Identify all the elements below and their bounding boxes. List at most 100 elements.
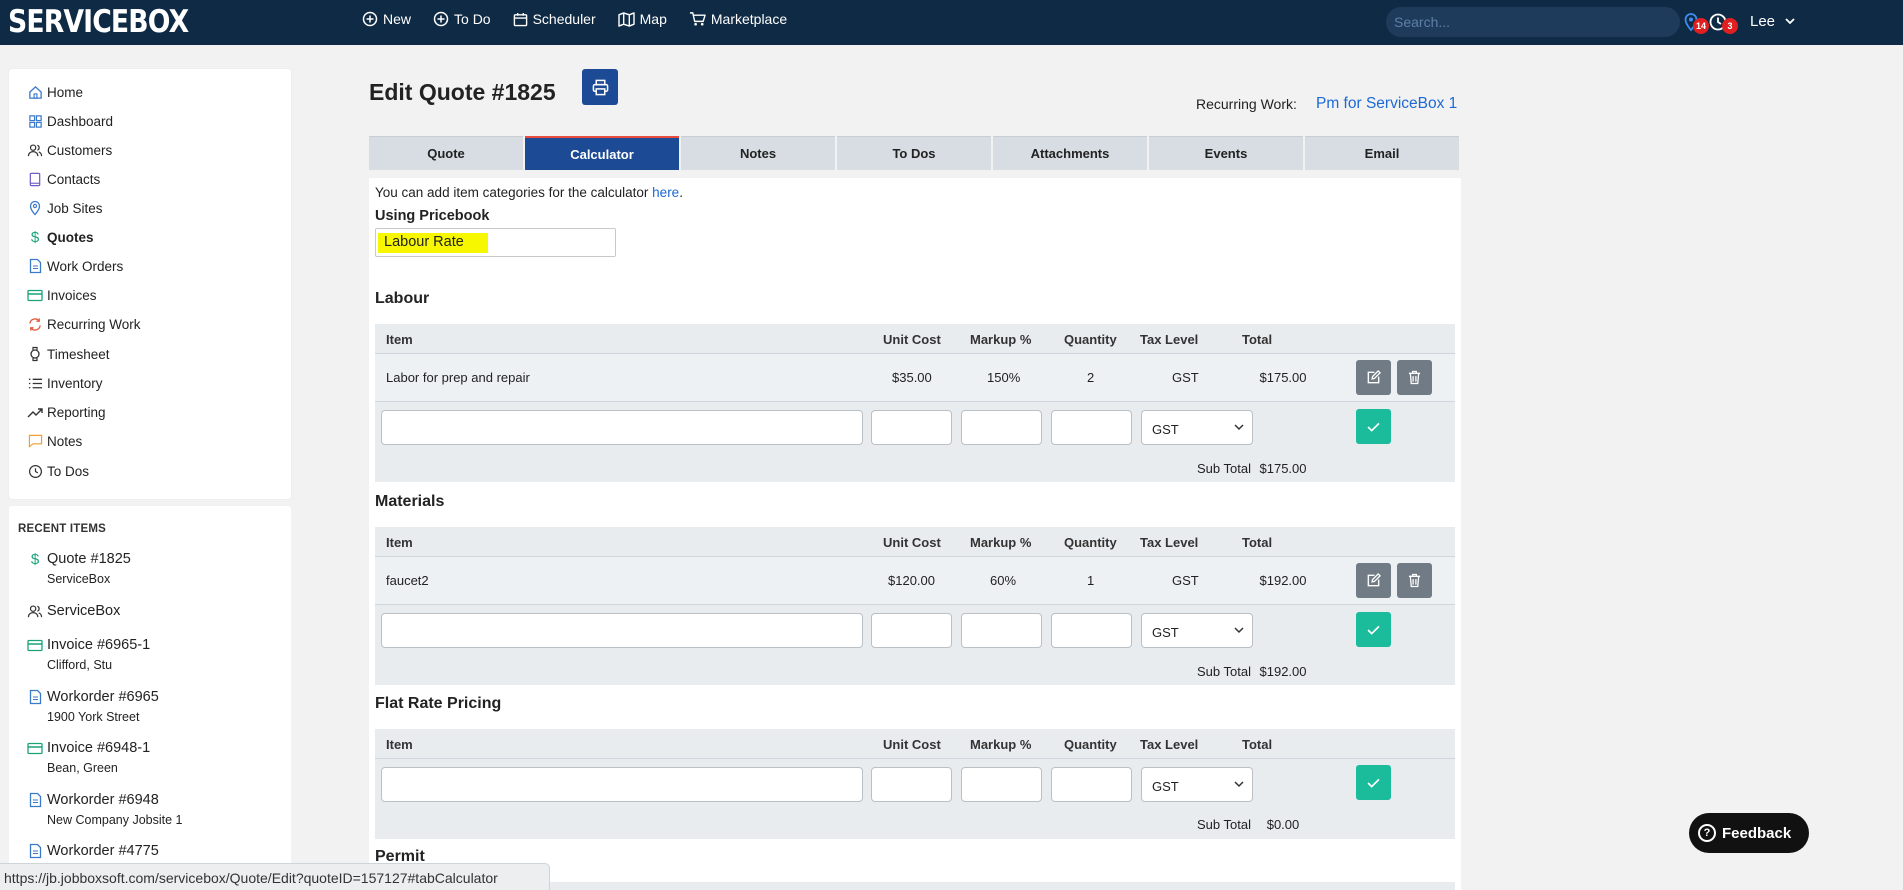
sidebar-item-inventory[interactable]: Inventory [27, 372, 103, 394]
sidebar-item-label: Dashboard [47, 113, 114, 129]
new-unit-cost-input[interactable] [871, 613, 952, 648]
sidebar-item-invoices[interactable]: Invoices [27, 284, 97, 306]
add-item-button[interactable] [1356, 409, 1391, 444]
clock-icon [27, 463, 43, 479]
table-header: Item Unit Cost Markup % Quantity Tax Lev… [375, 324, 1455, 354]
calculator-panel: You can add item categories for the calc… [369, 178, 1461, 890]
recent-item-title: Invoice #6965-1 [47, 637, 151, 653]
nav-map[interactable]: Map [617, 11, 667, 27]
col-quantity: Quantity [1064, 535, 1117, 550]
tab-email[interactable]: Email [1305, 136, 1459, 170]
recent-item[interactable]: Workorder #4775 [27, 843, 159, 859]
new-item-input[interactable] [381, 410, 863, 445]
dashboard-icon [27, 113, 43, 129]
nav-map-label: Map [639, 11, 667, 27]
tax-level-select[interactable]: GST [1141, 767, 1253, 802]
recurring-work-link[interactable]: Pm for ServiceBox 1 [1316, 95, 1457, 113]
tax-level-select[interactable]: GST [1141, 410, 1253, 445]
new-item-row: GST [375, 402, 1455, 450]
sidebar-item-label: Customers [47, 142, 113, 158]
section-title-materials: Materials [375, 493, 445, 510]
nav-todo[interactable]: To Do [433, 11, 491, 27]
nav-scheduler[interactable]: Scheduler [513, 11, 596, 27]
table-header: Item Unit Cost Markup % Quantity Tax Lev… [375, 729, 1455, 759]
sidebar-item-contacts[interactable]: Contacts [27, 168, 100, 190]
pricebook-field[interactable]: Labour Rate [375, 228, 616, 257]
nav-scheduler-label: Scheduler [532, 11, 596, 27]
sidebar-item-reporting[interactable]: Reporting [27, 401, 106, 423]
recent-item[interactable]: Invoice #6948-1 Bean, Green [27, 740, 150, 775]
col-total: Total [1242, 535, 1273, 550]
subtotal-label: Sub Total [1197, 817, 1251, 832]
dollar-icon: $ [30, 228, 40, 246]
tab-calculator[interactable]: Calculator [525, 136, 679, 170]
new-markup-input[interactable] [961, 410, 1042, 445]
new-unit-cost-input[interactable] [871, 767, 952, 802]
sidebar-item-customers[interactable]: Customers [27, 139, 112, 161]
col-markup: Markup % [970, 332, 1032, 347]
section-title-labour: Labour [375, 290, 430, 307]
tax-level-value: GST [1152, 422, 1179, 437]
chevron-down-icon [1234, 424, 1244, 431]
tab-to-dos[interactable]: To Dos [837, 136, 991, 170]
cell-item: faucet2 [386, 573, 429, 588]
nav-marketplace-label: Marketplace [710, 11, 788, 27]
recent-item[interactable]: Invoice #6965-1 Clifford, Stu [27, 637, 150, 672]
materials-table: Item Unit Cost Markup % Quantity Tax Lev… [375, 527, 1455, 685]
watch-icon [27, 346, 43, 362]
sidebar-item-quotes[interactable]: $ Quotes [27, 226, 94, 248]
recent-item-title: Workorder #6965 [47, 689, 159, 705]
tab-notes[interactable]: Notes [681, 136, 835, 170]
new-markup-input[interactable] [961, 767, 1042, 802]
servicebox-logo[interactable]: SERVICEBOX [8, 6, 189, 38]
new-markup-input[interactable] [961, 613, 1042, 648]
new-unit-cost-input[interactable] [871, 410, 952, 445]
new-quantity-input[interactable] [1051, 410, 1132, 445]
new-item-input[interactable] [381, 767, 863, 802]
new-quantity-input[interactable] [1051, 767, 1132, 802]
document-icon [27, 843, 43, 859]
delete-button[interactable] [1397, 563, 1432, 598]
document-icon [27, 689, 43, 705]
tab-events[interactable]: Events [1149, 136, 1303, 170]
tax-level-select[interactable]: GST [1141, 613, 1253, 648]
item-categories-link[interactable]: here [652, 185, 679, 200]
tab-quote[interactable]: Quote [369, 136, 523, 170]
new-quantity-input[interactable] [1051, 613, 1132, 648]
recent-item[interactable]: Workorder #6948 New Company Jobsite 1 [27, 792, 182, 827]
tax-level-value: GST [1152, 779, 1179, 794]
add-item-button[interactable] [1356, 765, 1391, 800]
search-input[interactable] [1386, 7, 1680, 37]
sidebar-item-timesheet[interactable]: Timesheet [27, 343, 110, 365]
sidebar-item-job-sites[interactable]: Job Sites [27, 197, 103, 219]
nav-marketplace[interactable]: Marketplace [689, 11, 787, 27]
delete-button[interactable] [1397, 360, 1432, 395]
tab-attachments[interactable]: Attachments [993, 136, 1147, 170]
recent-item[interactable]: $ Quote #1825 ServiceBox [27, 550, 131, 587]
cell-total: $175.00 [1259, 370, 1307, 385]
dollar-icon: $ [30, 550, 40, 568]
print-button[interactable] [582, 69, 618, 105]
home-icon [27, 84, 43, 100]
nav-new[interactable]: New [362, 11, 411, 27]
users-icon [27, 142, 43, 158]
edit-button[interactable] [1356, 360, 1391, 395]
sidebar-item-dashboard[interactable]: Dashboard [27, 110, 113, 132]
recent-item[interactable]: ServiceBox [27, 603, 120, 619]
user-menu[interactable]: Lee [1750, 13, 1795, 30]
chevron-down-icon [1234, 627, 1244, 634]
sidebar-item-to-dos[interactable]: To Dos [27, 460, 89, 482]
sidebar-item-recurring-work[interactable]: Recurring Work [27, 313, 141, 335]
status-bar-url: https://jb.jobboxsoft.com/servicebox/Quo… [0, 863, 550, 890]
sidebar-item-home[interactable]: Home [27, 81, 83, 103]
edit-button[interactable] [1356, 563, 1391, 598]
credit-card-icon [27, 287, 43, 303]
feedback-button[interactable]: ? Feedback [1689, 813, 1809, 853]
add-item-button[interactable] [1356, 612, 1391, 647]
pricebook-label: Using Pricebook [375, 208, 490, 224]
sidebar-item-work-orders[interactable]: Work Orders [27, 255, 123, 277]
recent-item[interactable]: Workorder #6965 1900 York Street [27, 689, 159, 724]
calculator-info-end: . [679, 185, 683, 200]
new-item-input[interactable] [381, 613, 863, 648]
sidebar-item-notes[interactable]: Notes [27, 430, 82, 452]
